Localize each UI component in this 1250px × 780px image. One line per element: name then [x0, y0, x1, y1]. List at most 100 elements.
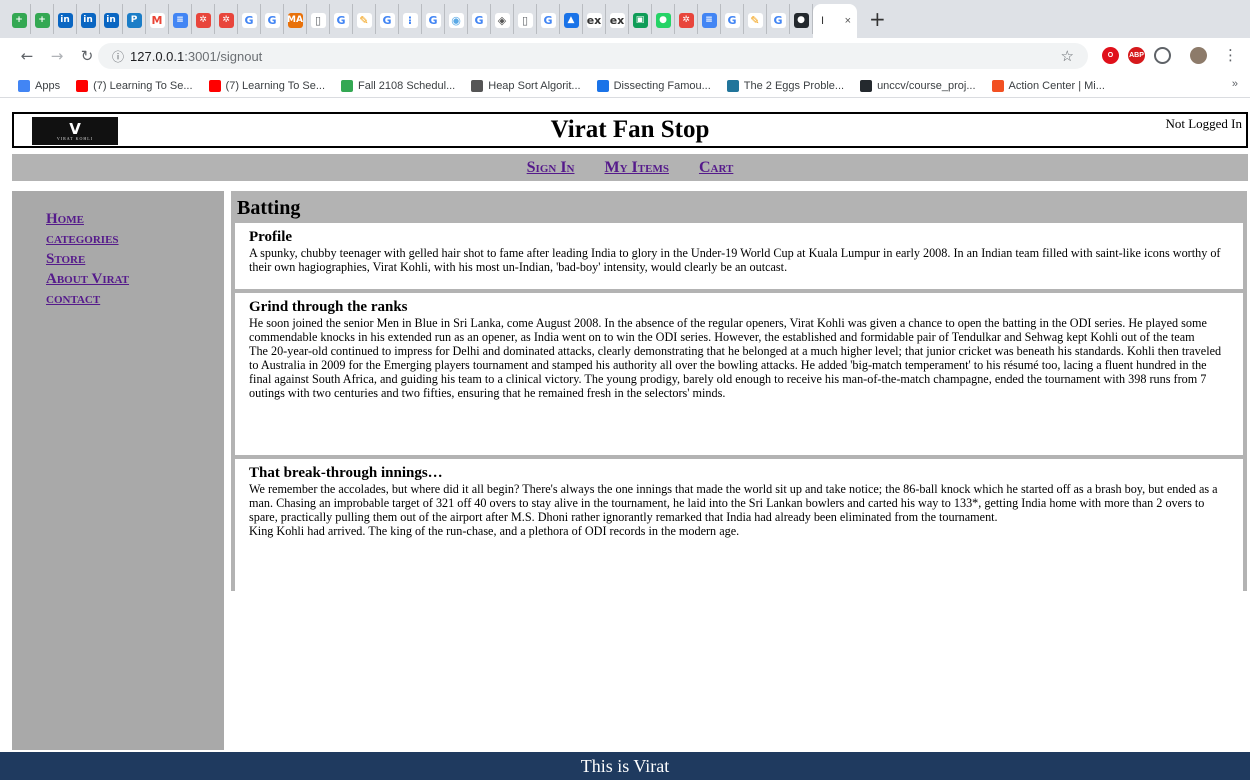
bookmark-label: unccv/course_proj... — [877, 79, 976, 92]
address-bar[interactable]: ⓘ 127.0.0.1 :3001/signout ☆ — [98, 43, 1088, 69]
browser-tab[interactable]: G — [721, 4, 744, 34]
browser-tab[interactable]: + — [8, 4, 31, 34]
browser-tab[interactable]: G — [767, 4, 790, 34]
grid-icon: ⁝ — [402, 12, 418, 28]
bookmark-favicon-icon — [596, 79, 609, 92]
browser-tab[interactable]: ✲ — [675, 4, 698, 34]
opera-extension-icon[interactable]: O — [1102, 47, 1119, 64]
browser-tab[interactable]: ⁝ — [399, 4, 422, 34]
sidebar-item-about-virat[interactable]: About Virat — [46, 269, 224, 289]
browser-tab[interactable]: ✎ — [353, 4, 376, 34]
bookmark-star-icon[interactable]: ☆ — [1061, 47, 1074, 65]
reload-icon[interactable]: ↻ — [76, 47, 98, 65]
browser-tab[interactable]: ◉ — [445, 4, 468, 34]
page-heading: Batting — [237, 197, 301, 219]
back-icon[interactable]: ← — [16, 47, 38, 65]
bookmark-item[interactable]: Heap Sort Algorit... — [471, 79, 581, 92]
browser-tab[interactable]: ▯ — [514, 4, 537, 34]
google-icon: G — [264, 12, 280, 28]
bookmarks-overflow-icon[interactable]: » — [1232, 78, 1238, 90]
browser-tab[interactable]: G — [330, 4, 353, 34]
bookmark-item[interactable]: Fall 2108 Schedul... — [341, 79, 456, 92]
site-info-icon[interactable]: ⓘ — [112, 48, 124, 65]
section-grind-through-the-ranks: Grind through the ranks He soon joined t… — [235, 293, 1243, 455]
browser-tab[interactable]: MA — [284, 4, 307, 34]
google-icon: G — [471, 12, 487, 28]
pocket-icon: P — [126, 12, 142, 28]
browser-tab[interactable]: ex — [583, 4, 606, 34]
section-paragraph: King Kohli had arrived. The king of the … — [249, 524, 740, 538]
browser-tab[interactable]: G — [468, 4, 491, 34]
asterisk-icon: ✲ — [218, 12, 234, 28]
whatsapp-icon: ● — [655, 12, 671, 28]
browser-tab[interactable]: ✲ — [215, 4, 238, 34]
bookmark-label: Fall 2108 Schedul... — [358, 79, 456, 92]
browser-tab[interactable]: G — [238, 4, 261, 34]
profile-avatar-icon[interactable] — [1190, 47, 1207, 64]
nav-cart[interactable]: Cart — [699, 159, 733, 177]
google-icon: G — [540, 12, 556, 28]
bookmark-item[interactable]: Action Center | Mi... — [991, 79, 1105, 92]
browser-tab[interactable]: ◈ — [491, 4, 514, 34]
browser-tab[interactable]: ▣ — [629, 4, 652, 34]
browser-tab[interactable]: ● — [652, 4, 675, 34]
side-navigation: Home categories Store About Virat contac… — [46, 209, 224, 309]
nav-my-items[interactable]: My Items — [605, 159, 669, 177]
bookmark-favicon-icon — [341, 79, 354, 92]
active-tab-title: I — [821, 15, 825, 27]
browser-tab[interactable]: G — [422, 4, 445, 34]
browser-tab[interactable]: P — [123, 4, 146, 34]
browser-tab[interactable]: M — [146, 4, 169, 34]
browser-tab[interactable]: G — [376, 4, 399, 34]
bookmark-label: Apps — [35, 79, 61, 92]
nav-sign-in[interactable]: Sign In — [527, 159, 575, 177]
bookmark-item[interactable]: (7) Learning To Se... — [208, 79, 326, 92]
browser-tab-active[interactable]: I × — [813, 4, 857, 38]
bookmark-item[interactable]: Dissecting Famou... — [596, 79, 711, 92]
linkedin-icon: in — [103, 12, 119, 28]
browser-tab[interactable]: ✎ — [744, 4, 767, 34]
bookmark-favicon-icon — [991, 79, 1004, 92]
google-icon: G — [770, 12, 786, 28]
adblock-extension-icon[interactable]: ABP — [1128, 47, 1145, 64]
site-title: Virat Fan Stop — [550, 116, 710, 143]
sidebar-item-contact[interactable]: contact — [46, 289, 224, 309]
browser-menu-icon[interactable]: ⋮ — [1223, 46, 1238, 64]
google-icon: G — [425, 12, 441, 28]
bookmark-favicon-icon — [860, 79, 873, 92]
login-status: Not Logged In — [1165, 116, 1242, 131]
close-tab-icon[interactable]: × — [845, 15, 851, 27]
browser-tab[interactable]: G — [261, 4, 284, 34]
browser-tab[interactable]: in — [54, 4, 77, 34]
browser-tab[interactable]: ▯ — [307, 4, 330, 34]
sidebar-item-home[interactable]: Home — [46, 209, 224, 229]
page-icon: ▯ — [517, 12, 533, 28]
bookmark-item[interactable]: unccv/course_proj... — [860, 79, 976, 92]
section-title: Grind through the ranks — [249, 299, 408, 315]
browser-tab[interactable]: in — [77, 4, 100, 34]
browser-tab[interactable]: in — [100, 4, 123, 34]
browser-tab[interactable]: ≡ — [169, 4, 192, 34]
bookmark-apps[interactable]: Apps — [18, 79, 61, 92]
bookmark-item[interactable]: (7) Learning To Se... — [76, 79, 193, 92]
browser-tab[interactable]: ≡ — [698, 4, 721, 34]
section-title: Profile — [249, 229, 293, 245]
bookmark-favicon-icon — [726, 79, 739, 92]
bookmark-label: (7) Learning To Se... — [225, 79, 326, 92]
sidebar-item-store[interactable]: Store — [46, 249, 224, 269]
browser-tab[interactable]: ● — [790, 4, 813, 34]
forward-icon[interactable]: → — [46, 47, 68, 65]
browser-tab[interactable]: ▲ — [560, 4, 583, 34]
browser-tab[interactable]: G — [537, 4, 560, 34]
linkedin-icon: in — [80, 12, 96, 28]
bookmark-item[interactable]: The 2 Eggs Proble... — [726, 79, 844, 92]
pencil-icon: ✎ — [356, 12, 372, 28]
browser-tab[interactable]: + — [31, 4, 54, 34]
new-tab-button[interactable]: + — [869, 7, 886, 31]
bookmark-favicon-icon — [471, 79, 484, 92]
browser-tab[interactable]: ✲ — [192, 4, 215, 34]
bookmarks-bar: Apps (7) Learning To Se... (7) Learning To… — [0, 74, 1250, 98]
block-extension-icon[interactable] — [1154, 47, 1171, 64]
sidebar-item-categories[interactable]: categories — [46, 229, 224, 249]
browser-tab[interactable]: ex — [606, 4, 629, 34]
